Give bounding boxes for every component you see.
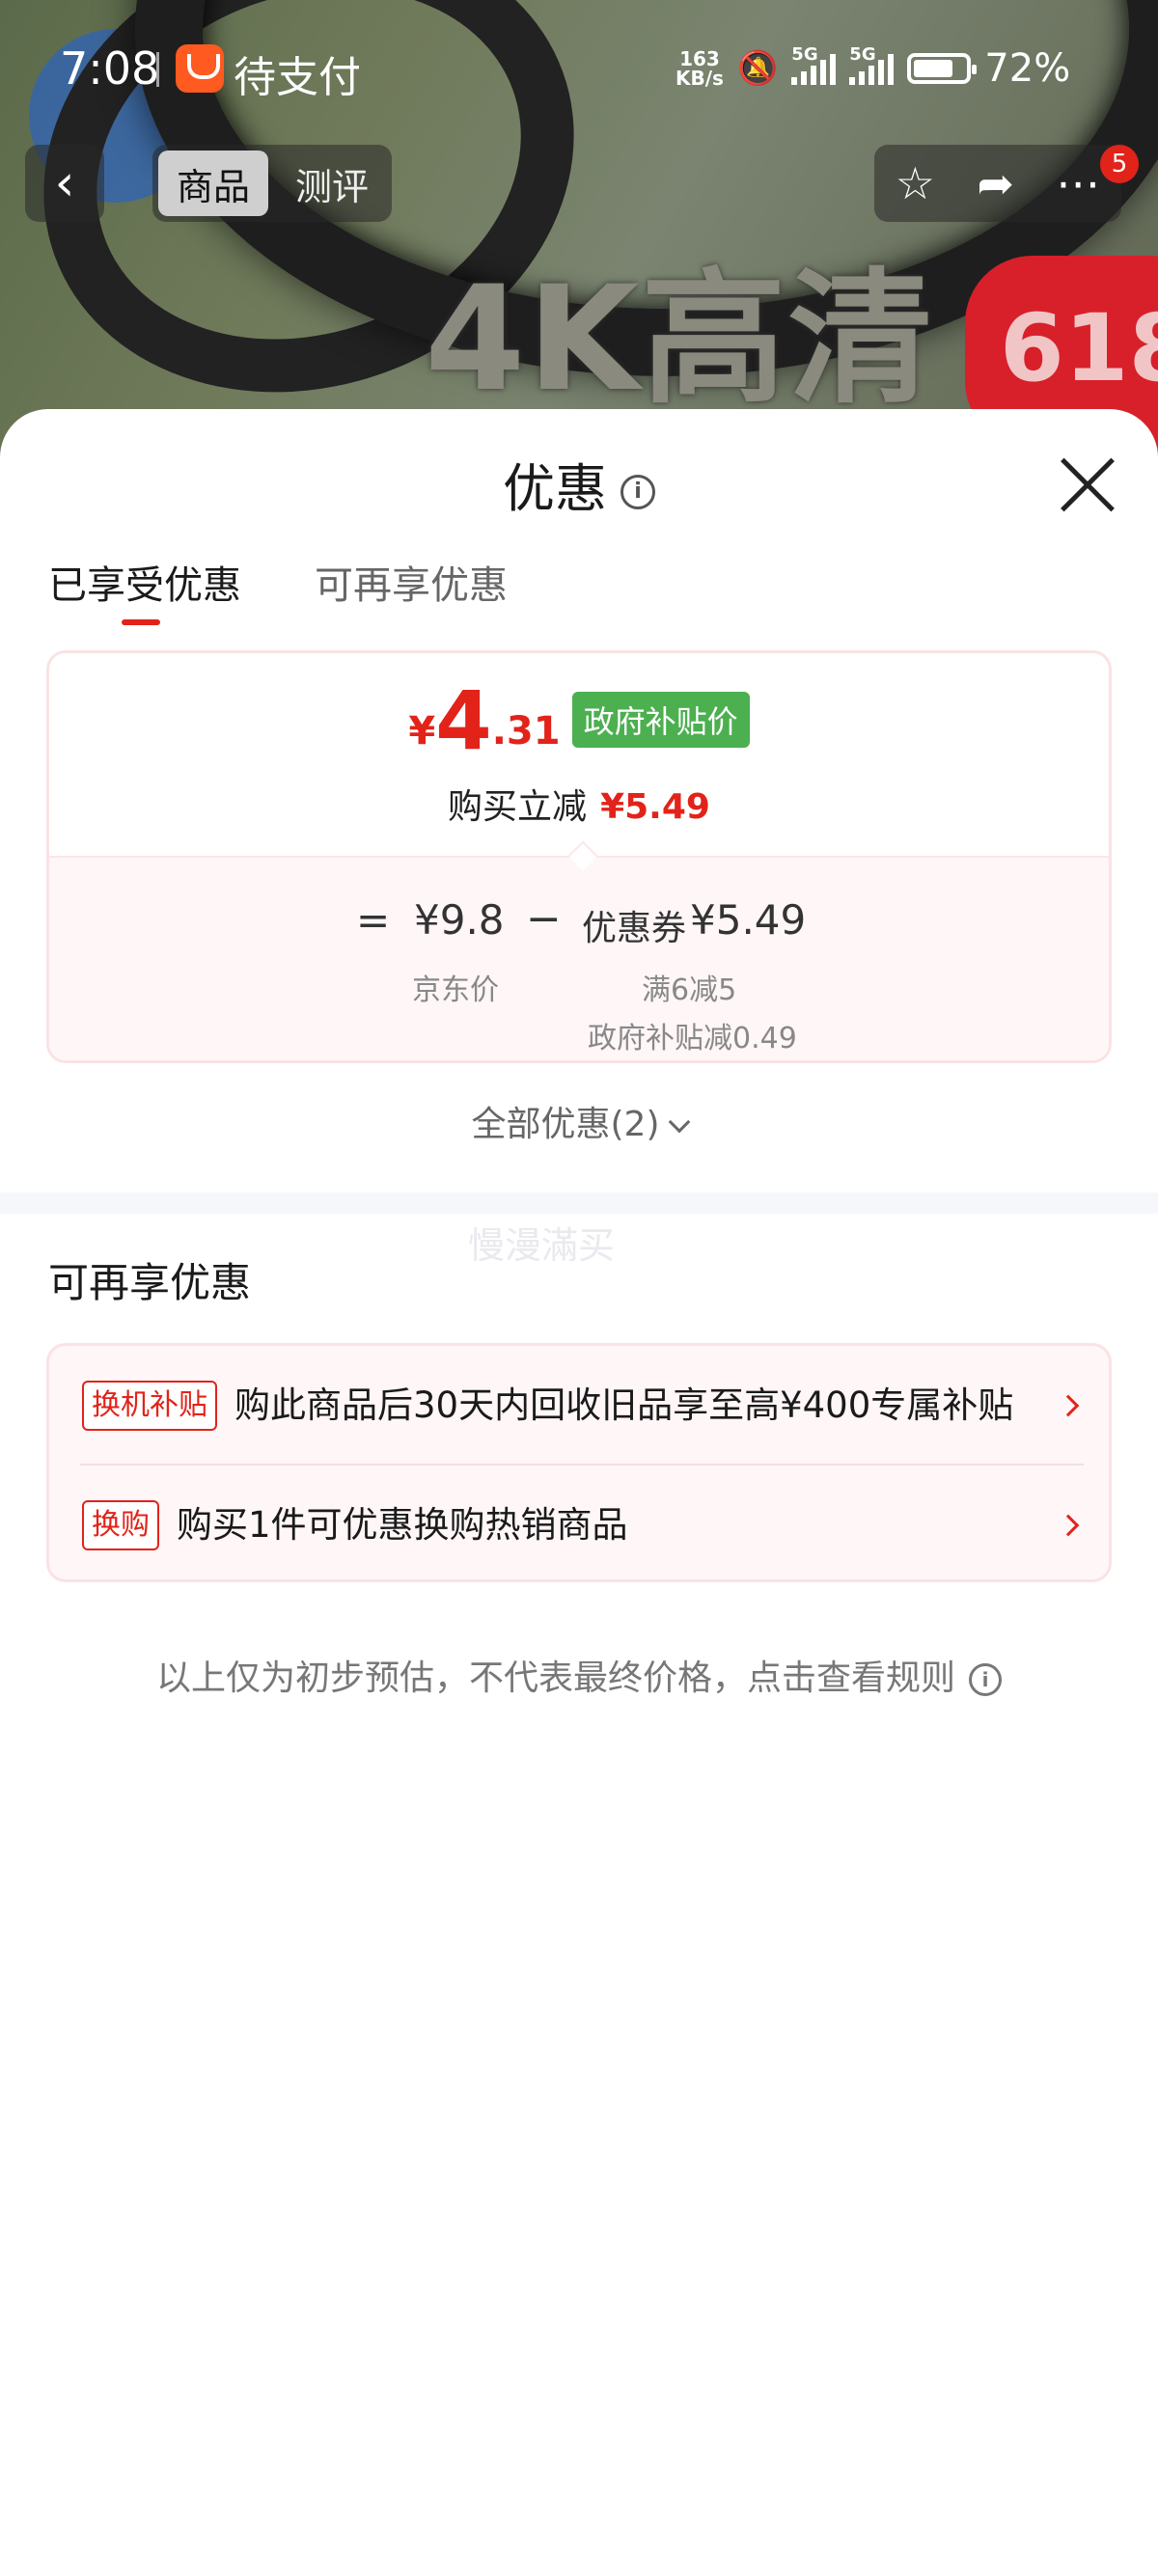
section-divider	[0, 1192, 1158, 1214]
list-item[interactable]: 换购 购买1件可优惠换购热销商品	[49, 1466, 1109, 1585]
subsidy-price-tag: 政府补贴价	[571, 692, 750, 748]
status-indicators: 163 KB/s 🔕 5G 5G 72%	[676, 44, 1070, 93]
list-item[interactable]: 换机补贴 购此商品后30天内回收旧品享至高¥400专属补贴	[49, 1346, 1109, 1466]
chevron-right-icon	[1057, 1394, 1080, 1417]
chevron-right-icon	[1057, 1514, 1080, 1537]
coupon-condition: 满6减5	[642, 973, 737, 1007]
star-icon[interactable]: ☆	[896, 157, 935, 209]
offer-text: 购此商品后30天内回收旧品享至高¥400专属补贴	[234, 1384, 1014, 1426]
net-speed: 163 KB/s	[676, 49, 724, 88]
offers-sheet: 优惠 i 已享受优惠 可再享优惠 ¥ 4 .31 政府补贴价 购买立减 ¥5.49 …	[0, 409, 1158, 2576]
net-speed-value: 163	[679, 47, 720, 70]
instant-discount-value: ¥5.49	[600, 787, 710, 827]
chevron-down-icon	[668, 1110, 690, 1134]
mute-icon: 🔕	[736, 49, 779, 88]
net-speed-unit: KB/s	[676, 67, 724, 90]
tab-more-available[interactable]: 可再享优惠	[315, 554, 508, 631]
tab-enjoyed[interactable]: 已享受优惠	[48, 554, 241, 631]
chevron-left-icon: ‹	[54, 154, 75, 212]
status-app-name: 待支付	[234, 53, 361, 102]
coupon-label: 优惠券	[582, 909, 687, 948]
offer-tag: 换购	[82, 1500, 159, 1550]
enjoyed-offer-card: ¥ 4 .31 政府补贴价 购买立减 ¥5.49 = ¥9.8 − 优惠券 ¥5.…	[46, 650, 1112, 1063]
offer-tabs: 已享受优惠 可再享优惠	[48, 554, 508, 631]
price-formula: = ¥9.8 − 优惠券 ¥5.49	[49, 894, 1109, 954]
status-time: 7:08	[60, 42, 160, 95]
tab-review[interactable]: 测评	[278, 151, 386, 216]
status-separator	[156, 52, 159, 87]
jd-price-label: 京东价	[412, 973, 499, 1007]
app-icon	[176, 44, 224, 93]
more-offers-card: 换机补贴 购此商品后30天内回收旧品享至高¥400专属补贴 换购 购买1件可优惠…	[46, 1343, 1112, 1582]
instant-discount: 购买立减 ¥5.49	[49, 779, 1109, 829]
price-decimal: .31	[491, 709, 561, 754]
info-icon: i	[969, 1663, 1002, 1696]
back-button[interactable]: ‹	[25, 145, 104, 222]
jd-price: ¥9.8	[414, 896, 505, 944]
more-dots-icon[interactable]: ⋯	[1056, 157, 1100, 209]
subsidy-condition: 政府补贴减0.49	[588, 1022, 797, 1055]
battery-icon	[907, 53, 978, 84]
sheet-title-text: 优惠	[503, 458, 607, 519]
price-breakdown	[49, 856, 1109, 1060]
signal-label: 5G	[791, 44, 818, 65]
price-summary: ¥ 4 .31 政府补贴价 购买立减 ¥5.49	[49, 653, 1109, 856]
coupon-value: ¥5.49	[690, 896, 807, 944]
equals-sign: =	[356, 896, 391, 944]
battery-level: 72%	[984, 46, 1071, 91]
status-bar: 7:08 待支付 163 KB/s 🔕 5G 5G 72%	[0, 0, 1158, 135]
price-integer: 4	[435, 673, 492, 768]
all-offers-label: 全部优惠(2)	[471, 1105, 660, 1144]
tab-goods[interactable]: 商品	[158, 151, 268, 216]
more-offers-title: 可再享优惠	[48, 1259, 252, 1306]
notification-badge: 5	[1100, 145, 1139, 183]
nav-actions: ☆ ➦ ⋯	[874, 145, 1121, 222]
close-icon[interactable]	[1058, 455, 1117, 515]
ghost-text: 慢漫滿买	[468, 1224, 616, 1267]
minus-sign: −	[526, 894, 562, 944]
banner-text: 4K高清	[425, 256, 935, 424]
signal-icon: 5G	[849, 44, 895, 85]
product-tabs: 商品 测评	[152, 145, 392, 222]
promo-badge-text: 618	[1000, 294, 1158, 402]
offer-text: 购买1件可优惠换购热销商品	[177, 1504, 628, 1546]
instant-discount-label: 购买立减	[448, 787, 588, 827]
signal-icon: 5G	[791, 44, 837, 85]
signal-label: 5G	[849, 44, 876, 65]
sheet-title: 优惠 i	[0, 446, 1158, 522]
final-price: ¥ 4 .31 政府补贴价	[49, 680, 1109, 761]
currency-symbol: ¥	[408, 709, 436, 754]
share-icon[interactable]: ➦	[977, 157, 1014, 209]
info-icon[interactable]: i	[620, 475, 655, 510]
disclaimer-text: 以上仅为初步预估，不代表最终价格，点击查看规则	[155, 1658, 955, 1698]
all-offers-toggle[interactable]: 全部优惠(2)	[0, 1096, 1158, 1146]
price-disclaimer[interactable]: 以上仅为初步预估，不代表最终价格，点击查看规则 i	[0, 1650, 1158, 1700]
offer-tag: 换机补贴	[82, 1381, 217, 1431]
